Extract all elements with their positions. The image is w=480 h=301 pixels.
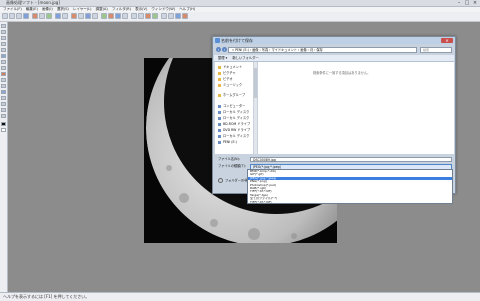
- pencil-tool-icon[interactable]: [1, 60, 6, 64]
- background-color-icon[interactable]: [1, 128, 6, 132]
- organize-button[interactable]: 整理 ▾: [218, 56, 227, 60]
- levels-icon[interactable]: [138, 13, 144, 19]
- flip-icon[interactable]: [92, 13, 98, 19]
- color-icon[interactable]: [131, 13, 137, 19]
- open-file-icon[interactable]: [9, 13, 15, 19]
- nav-item-music[interactable]: ミュージック: [218, 82, 242, 88]
- navigation-pane: ドキュメント ピクチャ ビデオ ミュージック ホームグループ コンピューター ロ…: [215, 62, 254, 154]
- paste-icon[interactable]: [46, 13, 52, 19]
- dialog-titlebar: 名前を付けて保存: [213, 37, 455, 44]
- shape-tool-icon[interactable]: [1, 96, 6, 100]
- app-icon: [215, 38, 220, 43]
- address-bar[interactable]: « PENI (E:) › 画像 › 写真 › マイドキュメント › 画像 › …: [228, 47, 417, 53]
- menu-image[interactable]: 画像(I): [42, 7, 53, 11]
- scroll-thumb[interactable]: [254, 68, 257, 98]
- filename-input[interactable]: DSC00089.jpg: [250, 157, 452, 162]
- usb-drive-icon: [218, 140, 221, 144]
- clone-tool-icon[interactable]: [1, 84, 6, 88]
- new-folder-button[interactable]: 新しいフォルダー: [232, 56, 258, 60]
- app-title: 画像処理ソフト - [moon.jpg]: [6, 0, 60, 5]
- text-tool-icon[interactable]: [1, 90, 6, 94]
- curves-icon[interactable]: [145, 13, 151, 19]
- drive-icon: [218, 134, 221, 138]
- menu-window[interactable]: ウィンドウ(W): [151, 7, 175, 11]
- dialog-command-bar: 整理 ▾ 新しいフォルダー: [214, 55, 454, 62]
- rotate-icon[interactable]: [85, 13, 91, 19]
- cut-icon[interactable]: [32, 13, 38, 19]
- chevron-up-icon: [218, 178, 223, 183]
- select-tool-icon[interactable]: [1, 30, 6, 34]
- homegroup-icon: [218, 93, 221, 97]
- brightness-icon[interactable]: [115, 13, 121, 19]
- zoom-out-icon[interactable]: [78, 13, 84, 19]
- menu-adjust[interactable]: 調整(A): [96, 7, 108, 11]
- crop-icon[interactable]: [101, 13, 107, 19]
- redo-icon[interactable]: [62, 13, 68, 19]
- folder-icon: [218, 83, 221, 87]
- tool-palette: [0, 22, 8, 292]
- minimize-button[interactable]: –: [455, 0, 463, 6]
- folder-icon: [218, 77, 221, 81]
- fill-tool-icon[interactable]: [1, 72, 6, 76]
- search-input[interactable]: 検索: [420, 47, 452, 53]
- menu-layer[interactable]: レイヤー(L): [73, 7, 92, 11]
- folder-icon: [218, 71, 221, 75]
- eraser-tool-icon[interactable]: [1, 66, 6, 70]
- drive-icon: [218, 116, 221, 120]
- menu-help[interactable]: ヘルプ(H): [179, 7, 195, 11]
- filetype-label: ファイルの種類(T):: [218, 164, 246, 168]
- drive-icon: [218, 110, 221, 114]
- dialog-close-button[interactable]: ✕: [441, 38, 453, 43]
- nav-scrollbar[interactable]: [254, 62, 257, 154]
- app-titlebar: 画像処理ソフト - [moon.jpg] – □ ×: [0, 0, 480, 7]
- filetype-dropdown-list: BMP(*.bmp;*.dib) GIF(*.gif) JPEG(*.jpg;*…: [247, 169, 453, 204]
- menu-view[interactable]: 表示(V): [135, 7, 147, 11]
- status-text: ヘルプを表示するには [F1] を押してください。: [3, 294, 90, 299]
- nav-item-homegroup[interactable]: ホームグループ: [218, 92, 245, 98]
- copy-icon[interactable]: [39, 13, 45, 19]
- main-toolbar: [0, 12, 480, 22]
- nav-item-usb-drive[interactable]: PENI (E:): [218, 139, 237, 145]
- close-button[interactable]: ×: [471, 0, 479, 6]
- lasso-tool-icon[interactable]: [1, 36, 6, 40]
- text-icon[interactable]: [168, 13, 174, 19]
- menu-file[interactable]: ファイル(F): [3, 7, 22, 11]
- forward-icon[interactable]: ›: [222, 47, 227, 52]
- sharpen-icon[interactable]: [152, 13, 158, 19]
- dialog-title: 名前を付けて保存: [221, 38, 253, 43]
- disc-drive-icon: [218, 122, 221, 126]
- computer-icon: [218, 104, 221, 108]
- blur-icon[interactable]: [161, 13, 167, 19]
- crop-tool-icon[interactable]: [1, 48, 6, 52]
- new-file-icon[interactable]: [2, 13, 8, 19]
- print-icon[interactable]: [23, 13, 29, 19]
- hand-tool-icon[interactable]: [1, 108, 6, 112]
- wand-tool-icon[interactable]: [1, 42, 6, 46]
- gradient-tool-icon[interactable]: [1, 78, 6, 82]
- file-list[interactable]: 検索条件に一致する項目はありません。: [258, 62, 454, 154]
- histogram-icon[interactable]: [182, 13, 188, 19]
- zoom-tool-icon[interactable]: [1, 114, 6, 118]
- filetype-option[interactable]: TIFF(*.tif;*.tiff): [248, 201, 452, 204]
- filename-label: ファイル名(N):: [218, 157, 240, 161]
- empty-message: 検索条件に一致する項目はありません。: [313, 71, 371, 75]
- eyedropper-tool-icon[interactable]: [1, 102, 6, 106]
- save-icon[interactable]: [16, 13, 22, 19]
- menu-select[interactable]: 選択(S): [57, 7, 69, 11]
- zoom-in-icon[interactable]: [71, 13, 77, 19]
- folder-icon: [218, 65, 221, 69]
- foreground-color-icon[interactable]: [1, 122, 6, 126]
- undo-icon[interactable]: [55, 13, 61, 19]
- maximize-button[interactable]: □: [463, 0, 471, 6]
- back-icon[interactable]: ‹: [216, 47, 221, 52]
- brush-tool-icon[interactable]: [1, 54, 6, 58]
- resize-icon[interactable]: [108, 13, 114, 19]
- menu-filter[interactable]: フィルタ(R): [112, 7, 131, 11]
- layer-icon[interactable]: [175, 13, 181, 19]
- contrast-icon[interactable]: [122, 13, 128, 19]
- disc-drive-icon: [218, 128, 221, 132]
- menu-edit[interactable]: 編集(E): [26, 7, 38, 11]
- move-tool-icon[interactable]: [1, 24, 6, 28]
